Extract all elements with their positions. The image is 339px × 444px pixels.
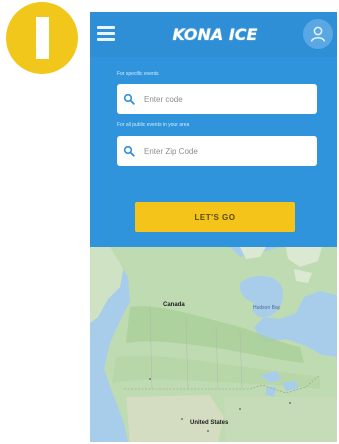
zip-code-field[interactable] (117, 136, 317, 166)
event-search-panel: For specific events For all public event… (90, 57, 337, 247)
events-map[interactable]: Canada Hudson Bay United States (90, 247, 337, 442)
zip-code-label: For all public events in your area (117, 122, 190, 128)
search-icon (123, 145, 135, 157)
event-code-label: For specific events (117, 71, 159, 77)
zip-code-input[interactable] (144, 141, 304, 161)
screen: 1 KONA ICE For specific events (0, 0, 339, 444)
kona-ice-logo[interactable]: KONA ICE (160, 24, 270, 46)
user-account-icon[interactable] (303, 19, 333, 49)
map-label-canada: Canada (163, 302, 185, 308)
event-code-field[interactable] (117, 84, 317, 114)
search-icon (123, 93, 135, 105)
app-frame: KONA ICE For specific events For all pub… (90, 12, 337, 442)
step-number: 1 (35, 17, 49, 59)
step-badge: 1 (6, 2, 78, 74)
map-label-united-states: United States (190, 420, 229, 426)
map-label-hudson-bay: Hudson Bay (253, 305, 281, 311)
hamburger-menu-icon[interactable] (97, 26, 115, 42)
header-bar: KONA ICE (90, 12, 337, 57)
event-code-input[interactable] (144, 89, 304, 109)
map-canvas (90, 247, 337, 442)
lets-go-button[interactable]: LET'S GO (135, 202, 295, 232)
